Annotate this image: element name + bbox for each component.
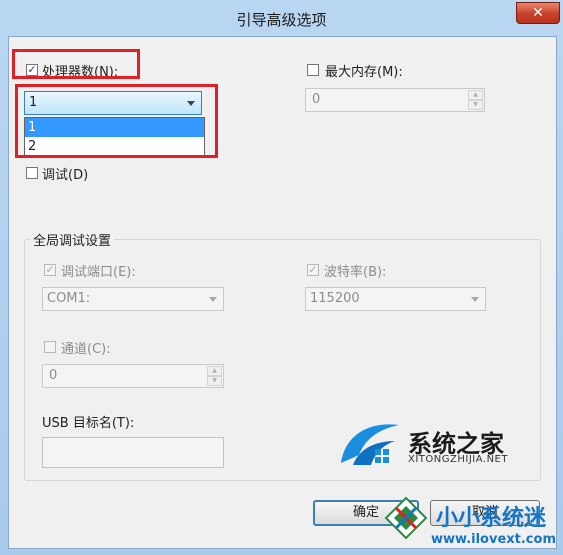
highlight-box-processors — [12, 49, 140, 79]
baud-rate-combo[interactable]: 115200 — [305, 287, 486, 311]
baud-rate-checkbox[interactable]: ✓ — [307, 264, 319, 276]
watermark-brand2-url: www.ilovext.com — [431, 532, 556, 547]
spinner-buttons: ▲ ▼ — [207, 366, 222, 386]
channel-value: 0 — [49, 368, 58, 383]
debug-port-label: 调试端口(E): — [61, 265, 136, 280]
arrow-down-icon[interactable]: ▼ — [207, 376, 222, 386]
debug-port-value: COM1: — [47, 291, 91, 306]
arrow-up-icon[interactable]: ▲ — [207, 366, 222, 376]
arrow-up-icon[interactable]: ▲ — [468, 90, 483, 100]
max-memory-label: 最大内存(M): — [325, 65, 403, 80]
ok-button-label: 确定 — [352, 505, 379, 520]
watermark-brand2-cn: 小小系统迷 — [436, 506, 547, 531]
brand-logo-icon — [341, 424, 399, 465]
debug-port-combo[interactable]: COM1: — [42, 287, 224, 311]
check-icon: ✓ — [308, 263, 318, 276]
usb-target-label: USB 目标名(T): — [42, 416, 135, 431]
debug-label: 调试(D) — [42, 168, 89, 183]
title-bar[interactable]: 引导高级选项 ✕ — [0, 0, 563, 36]
window-title: 引导高级选项 — [236, 11, 327, 29]
chevron-down-icon — [471, 297, 479, 302]
check-icon: ✓ — [45, 263, 55, 276]
max-memory-value: 0 — [312, 92, 321, 107]
chevron-down-icon — [209, 297, 217, 302]
max-memory-checkbox[interactable] — [307, 64, 319, 76]
baud-rate-value: 115200 — [310, 291, 360, 306]
close-button[interactable]: ✕ — [516, 2, 560, 24]
channel-spinner[interactable]: 0 ▲ ▼ — [42, 364, 224, 388]
baud-rate-label: 波特率(B): — [324, 265, 387, 280]
highlight-box-dropdown — [15, 84, 218, 158]
channel-checkbox[interactable] — [44, 341, 56, 353]
brand-diamond-icon — [384, 496, 428, 540]
spinner-buttons: ▲ ▼ — [468, 90, 483, 110]
debug-port-checkbox[interactable]: ✓ — [44, 264, 56, 276]
close-icon: ✕ — [532, 5, 544, 21]
max-memory-spinner[interactable]: 0 ▲ ▼ — [305, 88, 485, 112]
channel-label: 通道(C): — [61, 342, 111, 357]
debug-checkbox[interactable] — [26, 167, 38, 179]
global-debug-group-label: 全局调试设置 — [30, 230, 115, 249]
arrow-down-icon[interactable]: ▼ — [468, 100, 483, 110]
usb-target-input[interactable] — [42, 437, 224, 468]
watermark-brand-en: XITONGZHIJIA.NET — [408, 454, 508, 465]
